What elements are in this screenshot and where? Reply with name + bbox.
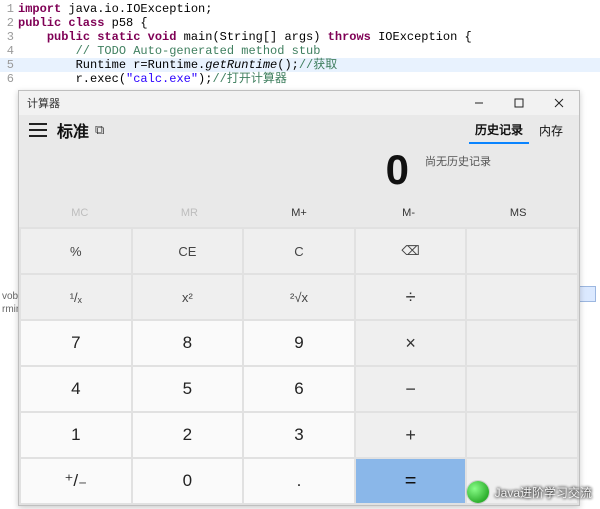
key-sq[interactable]: x² (133, 275, 243, 319)
key-mul[interactable]: × (356, 321, 466, 365)
display-row: 0 尚无历史记录 (19, 145, 579, 197)
key-percent[interactable]: % (21, 229, 131, 273)
key-ce[interactable]: CE (133, 229, 243, 273)
line-number: 2 (0, 16, 18, 30)
line-number: 4 (0, 44, 18, 58)
mode-label: 标准 (57, 118, 89, 142)
tab-history[interactable]: 历史记录 (469, 117, 529, 144)
key-blank4 (467, 367, 577, 411)
display-value: 0 (29, 149, 425, 191)
memory-ms-button[interactable]: MS (463, 203, 573, 223)
key-k5[interactable]: 5 (133, 367, 243, 411)
code-content: r.exec("calc.exe");//打开计算器 (18, 72, 600, 86)
code-content: public static void main(String[] args) t… (18, 30, 600, 44)
key-k8[interactable]: 8 (133, 321, 243, 365)
key-k6[interactable]: 6 (244, 367, 354, 411)
close-button[interactable] (539, 91, 579, 115)
line-number: 3 (0, 30, 18, 44)
code-line[interactable]: 2public class p58 { (0, 16, 600, 30)
calculator-header: 标准 ⧉ 历史记录 内存 (19, 115, 579, 145)
keep-on-top-icon[interactable]: ⧉ (95, 122, 104, 138)
key-div[interactable]: ÷ (356, 275, 466, 319)
code-line[interactable]: 5 Runtime r=Runtime.getRuntime();//获取 (0, 58, 600, 72)
key-blank1 (467, 229, 577, 273)
code-content: Runtime r=Runtime.getRuntime();//获取 (18, 58, 600, 72)
code-line[interactable]: 6 r.exec("calc.exe");//打开计算器 (0, 72, 600, 86)
titlebar: 计算器 (19, 91, 579, 115)
key-blank3 (467, 321, 577, 365)
key-k1[interactable]: 1 (21, 413, 131, 457)
code-line[interactable]: 4 // TODO Auto-generated method stub (0, 44, 600, 58)
line-number: 6 (0, 72, 18, 86)
maximize-button[interactable] (499, 91, 539, 115)
key-k3[interactable]: 3 (244, 413, 354, 457)
key-eq[interactable]: = (356, 459, 466, 503)
key-dot[interactable]: . (244, 459, 354, 503)
memory-mr-button: MR (135, 203, 245, 223)
code-line[interactable]: 3 public static void main(String[] args)… (0, 30, 600, 44)
hamburger-icon[interactable] (29, 123, 47, 137)
line-number: 1 (0, 2, 18, 16)
key-k4[interactable]: 4 (21, 367, 131, 411)
memory-mplus-button[interactable]: M+ (244, 203, 354, 223)
key-k9[interactable]: 9 (244, 321, 354, 365)
memory-mc-button: MC (25, 203, 135, 223)
key-blank5 (467, 413, 577, 457)
code-content: // TODO Auto-generated method stub (18, 44, 600, 58)
window-title: 计算器 (19, 95, 459, 111)
code-line[interactable]: 1import java.io.IOException; (0, 2, 600, 16)
keypad: %CEC⌫ ¹/ₓx²²√x÷ 789× 456− 123+ ⁺/₋0.= (19, 227, 579, 505)
watermark: Java进阶学习交流 (467, 481, 592, 503)
memory-mminus-button[interactable]: M- (354, 203, 464, 223)
calculator-window: 计算器 标准 ⧉ 历史记录 内存 0 尚无历史记录 MCMRM+M-MS %CE… (18, 90, 580, 506)
code-content: public class p58 { (18, 16, 600, 30)
code-content: import java.io.IOException; (18, 2, 600, 16)
minimize-button[interactable] (459, 91, 499, 115)
key-add[interactable]: + (356, 413, 466, 457)
line-number: 5 (0, 58, 18, 72)
key-recip[interactable]: ¹/ₓ (21, 275, 131, 319)
key-k2[interactable]: 2 (133, 413, 243, 457)
key-sqrt[interactable]: ²√x (244, 275, 354, 319)
key-sign[interactable]: ⁺/₋ (21, 459, 131, 503)
key-c[interactable]: C (244, 229, 354, 273)
key-k0[interactable]: 0 (133, 459, 243, 503)
key-k7[interactable]: 7 (21, 321, 131, 365)
key-back[interactable]: ⌫ (356, 229, 466, 273)
code-editor: 1import java.io.IOException;2public clas… (0, 0, 600, 86)
memory-row: MCMRM+M-MS (19, 197, 579, 227)
history-empty-label: 尚无历史记录 (425, 149, 565, 169)
tab-memory[interactable]: 内存 (533, 118, 569, 143)
wechat-icon (467, 481, 489, 503)
key-blank2 (467, 275, 577, 319)
watermark-text: Java进阶学习交流 (495, 484, 592, 501)
key-sub[interactable]: − (356, 367, 466, 411)
